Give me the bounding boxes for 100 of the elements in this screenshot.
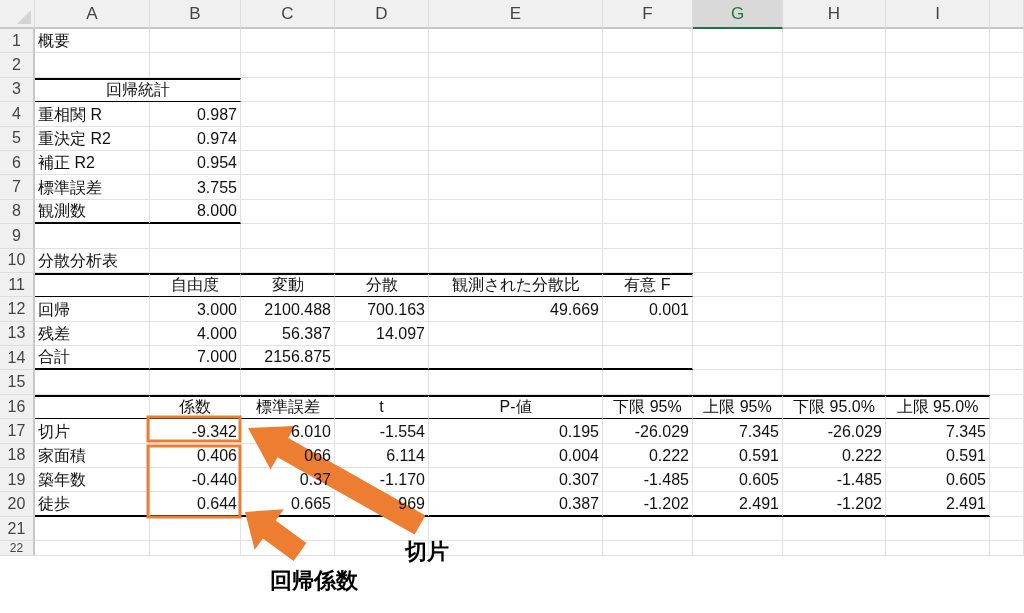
table-cell: 0.605 — [693, 468, 783, 493]
table-cell — [990, 53, 1024, 78]
table-cell: -1.202 — [603, 492, 693, 517]
table-cell — [990, 29, 1024, 54]
table-cell: 0.954 — [150, 150, 241, 176]
column-header[interactable]: H — [783, 0, 886, 29]
table-cell: 8.000 — [150, 199, 241, 225]
table-cell: -26.029 — [603, 419, 693, 444]
table-cell: 観測された分散比 — [429, 272, 603, 298]
row-header[interactable]: 14 — [0, 346, 35, 371]
table-cell: 2100.488 — [241, 297, 335, 322]
table-cell: -1.485 — [603, 468, 693, 493]
table-cell: -1.202 — [783, 492, 886, 517]
column-header[interactable]: F — [603, 0, 693, 29]
table-cell: -1.554 — [335, 419, 429, 444]
table-cell — [990, 199, 1024, 225]
row-header[interactable]: 7 — [0, 175, 35, 200]
column-header[interactable]: C — [241, 0, 335, 29]
table-cell — [990, 492, 1024, 517]
row-header[interactable]: 21 — [0, 516, 35, 542]
row-header[interactable]: 13 — [0, 321, 35, 347]
table-cell: 0.644 — [150, 492, 241, 517]
table-cell: 築年数 — [35, 468, 150, 493]
table-cell: 徒歩 — [35, 492, 150, 517]
column-header[interactable]: B — [150, 0, 241, 29]
table-cell: 上限 95.0% — [886, 394, 990, 420]
row-header[interactable]: 9 — [0, 224, 35, 249]
table-cell: 残差 — [35, 321, 150, 347]
column-header[interactable]: D — [335, 0, 429, 29]
table-cell: 7.345 — [693, 419, 783, 444]
table-cell — [990, 248, 1024, 273]
table-cell: 補正 R2 — [35, 150, 150, 176]
table-cell: 標準誤差 — [241, 394, 335, 420]
row-header[interactable]: 1 — [0, 29, 35, 54]
table-cell: 標準誤差 — [35, 175, 150, 200]
table-cell: 0.387 — [429, 492, 603, 517]
table-cell: 回帰 — [35, 297, 150, 322]
table-cell: 0.195 — [429, 419, 603, 444]
row-header[interactable]: 18 — [0, 443, 35, 469]
table-cell — [990, 126, 1024, 151]
column-header[interactable]: I — [886, 0, 990, 29]
column-header[interactable]: E — [429, 0, 603, 29]
table-cell: -9.342 — [150, 419, 241, 444]
table-cell: 0.591 — [693, 443, 783, 469]
row-header[interactable]: 4 — [0, 102, 35, 127]
table-cell: 3.000 — [150, 297, 241, 322]
table-cell: 下限 95% — [603, 394, 693, 420]
row-header[interactable]: 10 — [0, 248, 35, 273]
table-cell: -0.440 — [150, 468, 241, 493]
table-cell: 分散分析表 — [35, 248, 150, 273]
table-cell: 0.222 — [603, 443, 693, 469]
row-header[interactable]: 12 — [0, 297, 35, 322]
table-cell: 0.987 — [150, 102, 241, 127]
row-header[interactable]: 22 — [0, 541, 35, 557]
table-cell: 観測数 — [35, 199, 150, 225]
table-cell — [990, 150, 1024, 176]
table-cell: 自由度 — [150, 272, 241, 298]
table-cell — [990, 443, 1024, 469]
row-header[interactable]: 20 — [0, 492, 35, 517]
table-cell: 700.163 — [335, 297, 429, 322]
table-cell — [990, 77, 1024, 103]
select-all-button[interactable] — [0, 0, 35, 29]
table-cell: 0.605 — [886, 468, 990, 493]
table-cell: 0.004 — [429, 443, 603, 469]
table-cell: 分散 — [335, 272, 429, 298]
callout-label: 切片 — [405, 539, 449, 565]
column-header[interactable] — [990, 0, 1024, 29]
table-cell: 49.669 — [429, 297, 603, 322]
table-cell: 0.406 — [150, 443, 241, 469]
table-cell: 回帰統計 — [35, 77, 241, 103]
table-cell: 合計 — [35, 346, 150, 371]
table-cell: 下限 95.0% — [783, 394, 886, 420]
table-cell: 7.000 — [150, 346, 241, 371]
row-header[interactable]: 8 — [0, 199, 35, 225]
column-header[interactable]: A — [35, 0, 150, 29]
table-cell: -1.485 — [783, 468, 886, 493]
table-cell: 0.001 — [603, 297, 693, 322]
table-cell — [990, 102, 1024, 127]
table-cell: 有意 F — [603, 272, 693, 298]
row-header[interactable]: 11 — [0, 272, 35, 298]
select-all-icon[interactable] — [17, 10, 31, 24]
table-cell: P-値 — [429, 394, 603, 420]
row-header[interactable]: 15 — [0, 370, 35, 395]
table-cell — [990, 175, 1024, 200]
row-header[interactable]: 17 — [0, 419, 35, 444]
row-header[interactable]: 16 — [0, 394, 35, 420]
table-cell: 2.491 — [693, 492, 783, 517]
column-header[interactable]: G — [693, 0, 783, 29]
row-header[interactable]: 5 — [0, 126, 35, 151]
table-cell: 家面積 — [35, 443, 150, 469]
row-header[interactable]: 2 — [0, 53, 35, 78]
table-cell: 切片 — [35, 419, 150, 444]
table-cell: 変動 — [241, 272, 335, 298]
table-cell: 0.307 — [429, 468, 603, 493]
row-header[interactable]: 3 — [0, 77, 35, 103]
table-cell — [990, 321, 1024, 347]
row-header[interactable]: 19 — [0, 468, 35, 493]
table-cell: 概要 — [35, 29, 150, 54]
table-cell — [990, 297, 1024, 322]
row-header[interactable]: 6 — [0, 150, 35, 176]
